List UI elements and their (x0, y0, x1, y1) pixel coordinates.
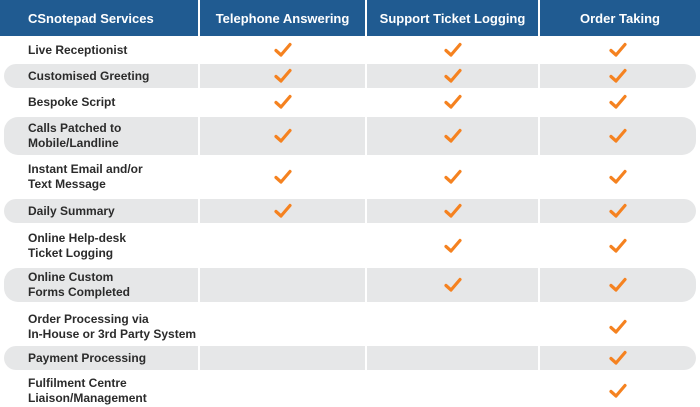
cell-support-ticket-logging (367, 199, 538, 223)
service-label: Bespoke Script (28, 94, 116, 109)
table-row: Live Receptionist (0, 38, 700, 62)
cell-order-taking (540, 64, 696, 88)
checkmark-icon (609, 277, 627, 293)
service-label: Daily Summary (4, 199, 198, 223)
header-support-ticket-logging: Support Ticket Logging (367, 0, 538, 36)
service-label: Payment Processing (4, 346, 198, 370)
service-label: Order Processing via In-House or 3rd Par… (28, 312, 197, 341)
checkmark-icon (609, 383, 627, 399)
table-row: Instant Email and/or Text Message (0, 158, 700, 196)
checkmark-icon (443, 238, 462, 254)
cell-telephone-answering (200, 310, 365, 344)
cell-telephone-answering (200, 38, 365, 62)
checkmark-icon (443, 42, 462, 58)
checkmark-icon (443, 68, 462, 84)
service-label: Online Help-desk Ticket Logging (28, 231, 127, 260)
checkmark-icon (443, 277, 462, 293)
checkmark-icon (273, 94, 292, 110)
table-row: Online Help-desk Ticket Logging (0, 227, 700, 265)
checkmark-icon (609, 42, 627, 58)
checkmark-icon (609, 94, 627, 110)
cell-support-ticket-logging (367, 227, 538, 265)
table-row: Online Custom Forms Completed (0, 268, 700, 302)
services-comparison-table: CSnotepad Services Telephone Answering S… (0, 0, 700, 407)
checkmark-icon (609, 238, 627, 254)
cell-support-ticket-logging (367, 310, 538, 344)
service-label: Live Receptionist (28, 42, 128, 57)
cell-order-taking (540, 268, 696, 302)
checkmark-icon (609, 128, 627, 144)
cell-order-taking (540, 310, 696, 344)
checkmark-icon (609, 169, 627, 185)
service-label: Fulfilment Centre Liaison/Management (28, 375, 147, 405)
cell-support-ticket-logging (367, 90, 538, 114)
checkmark-icon (443, 128, 462, 144)
header-services: CSnotepad Services (0, 0, 198, 36)
checkmark-icon (443, 94, 462, 110)
header-order-taking: Order Taking (540, 0, 700, 36)
cell-support-ticket-logging (367, 158, 538, 196)
cell-support-ticket-logging (367, 117, 538, 155)
service-label: Instant Email and/or Text Message (28, 162, 143, 191)
table-row: Payment Processing (0, 346, 700, 370)
checkmark-icon (273, 128, 292, 144)
cell-support-ticket-logging (367, 268, 538, 302)
cell-telephone-answering (200, 227, 365, 265)
checkmark-icon (273, 68, 292, 84)
checkmark-icon (273, 42, 292, 58)
checkmark-icon (609, 319, 627, 335)
checkmark-icon (273, 203, 292, 219)
checkmark-icon (609, 203, 627, 219)
cell-support-ticket-logging (367, 38, 538, 62)
cell-telephone-answering (200, 374, 365, 407)
table-row: Order Processing via In-House or 3rd Par… (0, 310, 700, 344)
cell-order-taking (540, 158, 696, 196)
cell-order-taking (540, 117, 696, 155)
table-row: Daily Summary (0, 199, 700, 223)
cell-order-taking (540, 38, 696, 62)
cell-telephone-answering (200, 199, 365, 223)
service-label: Online Custom Forms Completed (4, 268, 198, 302)
cell-telephone-answering (200, 117, 365, 155)
service-label: Calls Patched to Mobile/Landline (4, 117, 198, 155)
cell-telephone-answering (200, 158, 365, 196)
table-row: Calls Patched to Mobile/Landline (0, 117, 700, 155)
checkmark-icon (443, 169, 462, 185)
checkmark-icon (273, 169, 292, 185)
table-row: Fulfilment Centre Liaison/Management (0, 374, 700, 407)
cell-order-taking (540, 199, 696, 223)
checkmark-icon (443, 203, 462, 219)
cell-telephone-answering (200, 90, 365, 114)
cell-support-ticket-logging (367, 346, 538, 370)
cell-telephone-answering (200, 64, 365, 88)
cell-support-ticket-logging (367, 64, 538, 88)
table-row: Bespoke Script (0, 90, 700, 114)
checkmark-icon (609, 68, 627, 84)
checkmark-icon (609, 350, 627, 366)
cell-order-taking (540, 227, 696, 265)
header-telephone-answering: Telephone Answering (200, 0, 365, 36)
cell-order-taking (540, 90, 696, 114)
cell-order-taking (540, 346, 696, 370)
cell-telephone-answering (200, 268, 365, 302)
cell-order-taking (540, 374, 696, 407)
cell-telephone-answering (200, 346, 365, 370)
service-label: Customised Greeting (4, 64, 198, 88)
cell-support-ticket-logging (367, 374, 538, 407)
table-row: Customised Greeting (0, 64, 700, 88)
